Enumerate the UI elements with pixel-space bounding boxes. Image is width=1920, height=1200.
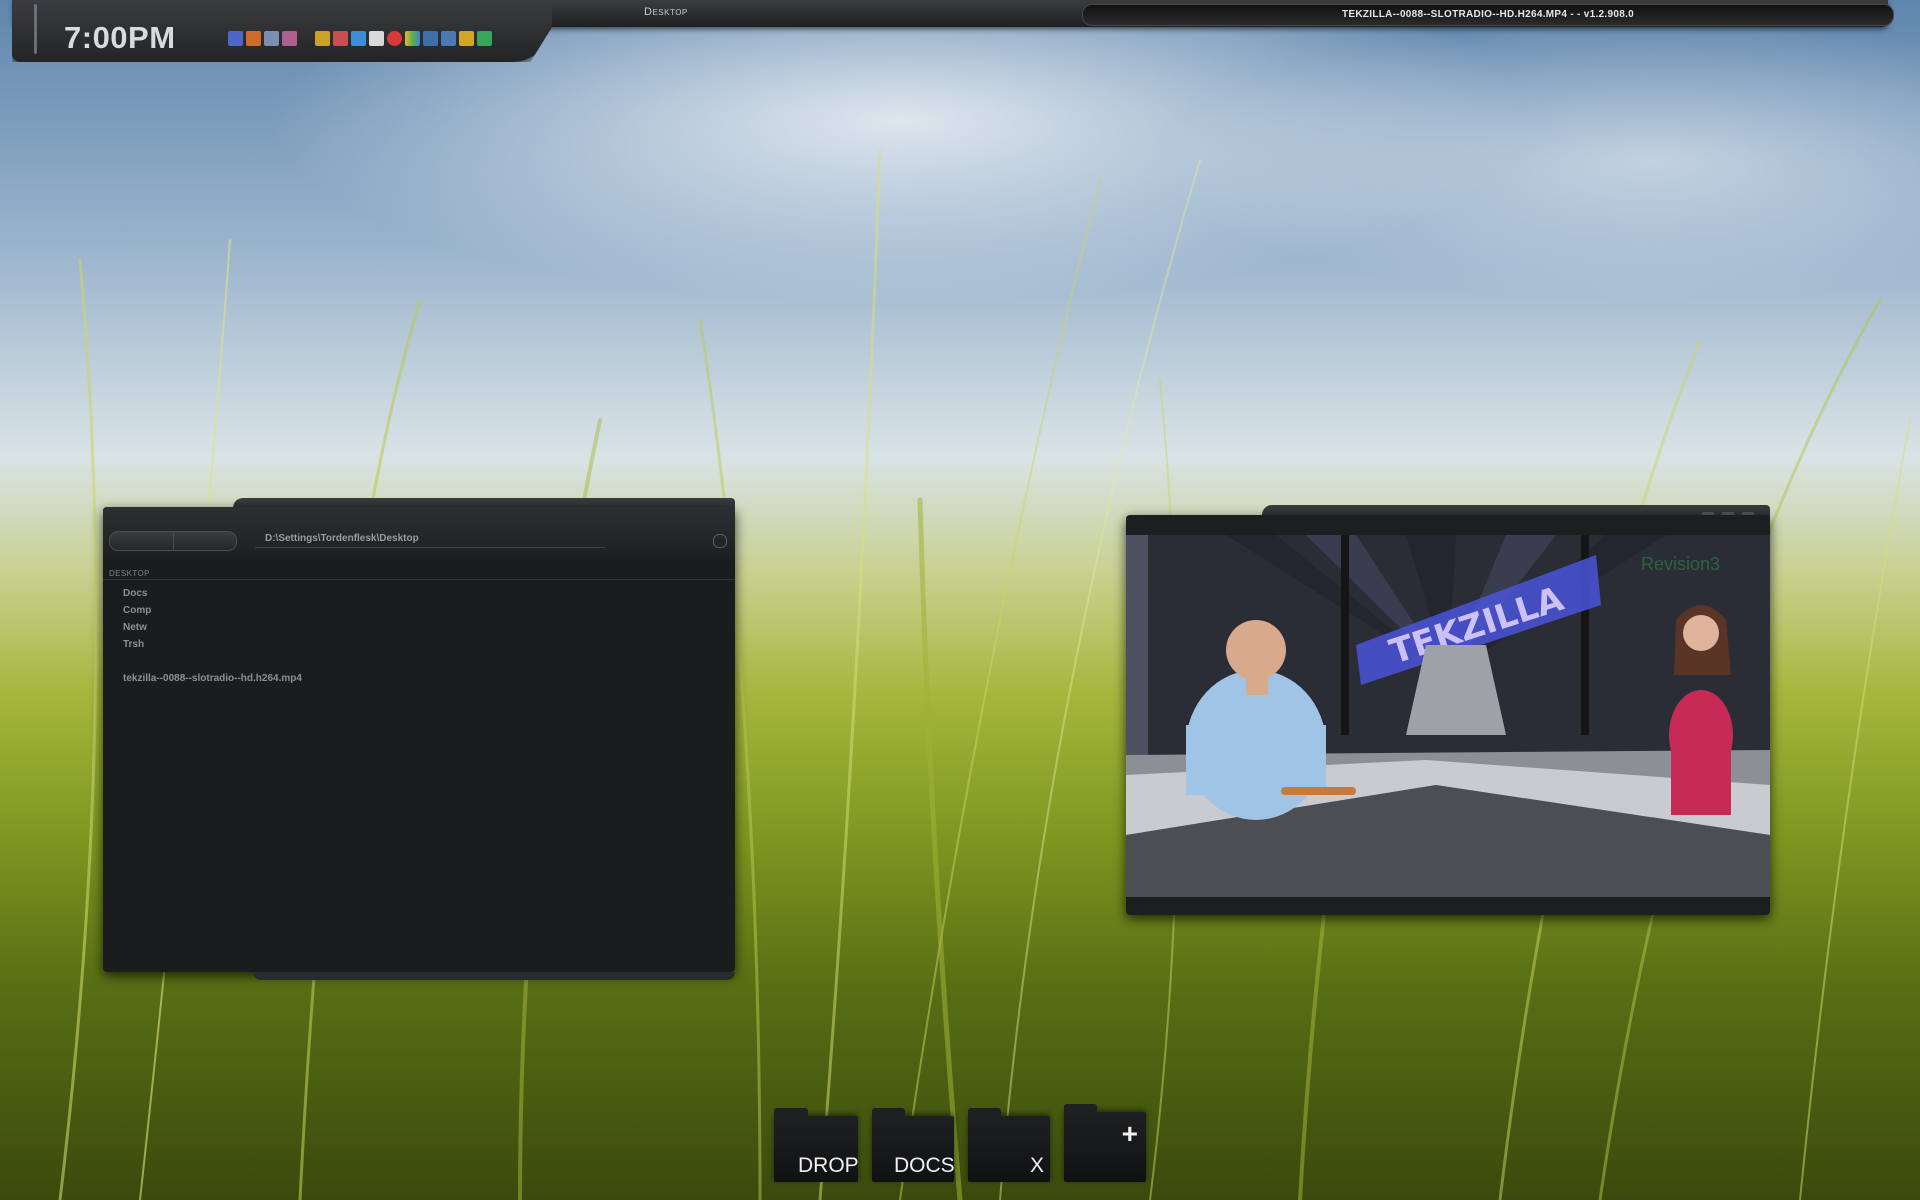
add-button[interactable]: + xyxy=(1064,1104,1146,1182)
breadcrumb[interactable]: DESKTOP xyxy=(109,569,150,578)
shield-icon[interactable] xyxy=(333,31,348,46)
file-list: Docs Comp Netw Trsh tekzilla--0088--slot… xyxy=(123,585,302,687)
nav-buttons xyxy=(109,531,237,551)
media-title-bar[interactable]: TEKZILLA--0088--SLOTRADIO--HD.H264.MP4 -… xyxy=(1082,4,1894,26)
list-item-video-file[interactable]: tekzilla--0088--slotradio--hd.h264.mp4 xyxy=(123,670,302,687)
desktop-label[interactable]: Desktop xyxy=(644,6,688,18)
invader-icon[interactable] xyxy=(282,31,297,46)
app-tile-icon[interactable] xyxy=(246,31,261,46)
back-button[interactable] xyxy=(110,532,174,550)
drop-button[interactable]: DROP xyxy=(774,1108,859,1182)
multicolor-tile-icon[interactable] xyxy=(405,31,420,46)
s-app-icon[interactable] xyxy=(315,31,330,46)
layout2-icon[interactable] xyxy=(441,31,456,46)
layout-icon[interactable] xyxy=(423,31,438,46)
video-scene: TEKZILLA Revision3 xyxy=(1126,535,1770,897)
x-button[interactable]: X xyxy=(968,1108,1050,1182)
list-item-trsh[interactable]: Trsh xyxy=(123,636,302,653)
dock: DROP DOCS X + xyxy=(774,1104,1146,1182)
explorer-body: D:\Settings\Tordenflesk\Desktop DESKTOP … xyxy=(103,507,735,972)
refresh-button[interactable] xyxy=(713,534,727,548)
forward-button[interactable] xyxy=(174,532,237,550)
video-player-window[interactable]: TEKZILLA Revision3 xyxy=(1126,505,1770,915)
list-item-docs[interactable]: Docs xyxy=(123,585,302,602)
list-item-comp[interactable]: Comp xyxy=(123,602,302,619)
list-item-netw[interactable]: Netw xyxy=(123,619,302,636)
dropbox-icon[interactable] xyxy=(351,31,366,46)
docs-label: DOCS xyxy=(894,1154,955,1177)
address-bar[interactable]: D:\Settings\Tordenflesk\Desktop xyxy=(255,531,605,548)
v-app-icon[interactable] xyxy=(369,31,384,46)
panel-notch xyxy=(34,4,37,54)
system-tray xyxy=(228,31,492,46)
x-label: X xyxy=(1029,1154,1044,1177)
video-body: TEKZILLA Revision3 xyxy=(1126,515,1770,915)
clock[interactable]: 7:00PM xyxy=(64,20,176,56)
red-circle-icon[interactable] xyxy=(387,31,402,46)
h-app-icon[interactable] xyxy=(477,31,492,46)
video-frame[interactable]: TEKZILLA Revision3 xyxy=(1126,535,1770,897)
window-footer xyxy=(253,972,735,980)
divider xyxy=(103,579,735,580)
file-explorer-window[interactable]: D:\Settings\Tordenflesk\Desktop DESKTOP … xyxy=(103,498,735,980)
volume-icon[interactable] xyxy=(264,31,279,46)
docs-button[interactable]: DOCS xyxy=(872,1108,955,1182)
plus-icon: + xyxy=(1121,1118,1138,1149)
bolt-icon[interactable] xyxy=(459,31,474,46)
watermark: Revision3 xyxy=(1641,554,1720,574)
drop-label: DROP xyxy=(798,1154,859,1177)
network-icon[interactable] xyxy=(228,31,243,46)
explorer-toolbar: D:\Settings\Tordenflesk\Desktop xyxy=(103,507,735,561)
